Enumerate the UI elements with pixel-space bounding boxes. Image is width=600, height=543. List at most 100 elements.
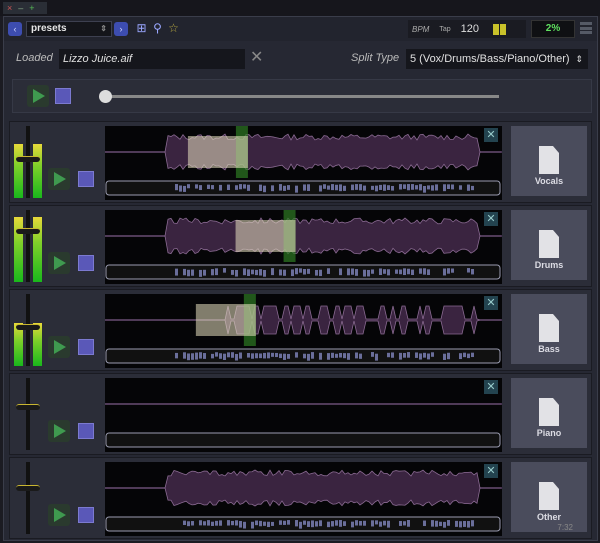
overview-strip[interactable]: [105, 432, 501, 448]
preset-select[interactable]: presets ⇕: [26, 21, 112, 37]
waveform-display[interactable]: ✕: [105, 210, 502, 284]
time-readout: 7:32: [557, 523, 573, 532]
overview-bar: [431, 185, 434, 191]
overview-bar: [295, 268, 298, 275]
overview-bar: [271, 268, 274, 276]
overview-bar: [423, 520, 426, 527]
next-preset-button[interactable]: ›: [114, 22, 128, 36]
track-stop-button[interactable]: [78, 339, 94, 355]
overview-bar: [399, 184, 402, 190]
overview-bar: [411, 184, 414, 190]
loaded-file-field[interactable]: Lizzo Juice.aif: [59, 49, 245, 69]
waveform-display[interactable]: ✕: [105, 462, 502, 536]
overview-bar: [343, 353, 346, 359]
level-meter-left: [14, 144, 23, 198]
overview-bar: [315, 521, 318, 527]
volume-fader[interactable]: [14, 462, 42, 534]
overview-bar: [187, 184, 190, 189]
remove-stem-button[interactable]: ✕: [484, 128, 498, 142]
remove-stem-button[interactable]: ✕: [484, 212, 498, 226]
overview-bar: [319, 352, 322, 360]
bpm-value[interactable]: 120: [461, 23, 479, 35]
overview-bar: [443, 521, 446, 528]
volume-fader[interactable]: [14, 294, 42, 366]
waveform-display[interactable]: ✕: [105, 126, 502, 200]
overview-bar: [435, 184, 438, 191]
waveform: [105, 305, 501, 335]
overview-bar: [375, 353, 378, 361]
menu-icon[interactable]: [580, 22, 592, 36]
add-folder-icon[interactable]: ⊞: [134, 21, 149, 36]
star-icon[interactable]: ☆: [166, 21, 181, 36]
volume-fader[interactable]: [14, 126, 42, 198]
track-stop-button[interactable]: [78, 255, 94, 271]
overview-bar: [219, 353, 222, 359]
overview-bar: [363, 185, 366, 191]
overview-bar: [243, 268, 246, 276]
overview-bar: [191, 269, 194, 276]
track-piano: ✕ Piano: [9, 373, 592, 455]
overview-bar: [371, 185, 374, 190]
overview-bar: [235, 520, 238, 526]
play-button[interactable]: [27, 85, 49, 107]
split-type-select[interactable]: 5 (Vox/Drums/Bass/Piano/Other) ⇕: [406, 49, 588, 69]
maximize-window-button[interactable]: +: [29, 2, 34, 14]
overview-bar: [263, 185, 266, 193]
stem-file-button[interactable]: Other: [511, 462, 587, 532]
position-slider[interactable]: [105, 95, 499, 98]
fader-knob[interactable]: [16, 155, 40, 162]
stem-file-button[interactable]: Bass: [511, 294, 587, 364]
clear-file-button[interactable]: ✕: [250, 47, 263, 67]
sync-icon[interactable]: [493, 23, 506, 35]
track-play-button[interactable]: [48, 168, 70, 190]
overview-bar: [195, 184, 198, 189]
fader-knob[interactable]: [16, 485, 40, 492]
overview-bar: [203, 269, 206, 276]
overview-bar: [459, 521, 462, 528]
overview-bar: [327, 521, 330, 528]
position-slider-thumb[interactable]: [99, 90, 112, 103]
overview-bar: [391, 185, 394, 191]
track-play-button[interactable]: [48, 336, 70, 358]
overview-bar: [431, 352, 434, 357]
track-stop-button[interactable]: [78, 423, 94, 439]
overview-bar: [247, 353, 250, 358]
track-play-button[interactable]: [48, 504, 70, 526]
fader-knob[interactable]: [16, 404, 40, 411]
remove-stem-button[interactable]: ✕: [484, 380, 498, 394]
overview-bar: [379, 268, 382, 275]
minimize-window-button[interactable]: –: [18, 2, 23, 14]
waveform-display[interactable]: ✕: [105, 378, 502, 452]
tap-button[interactable]: Tap: [439, 26, 450, 33]
search-icon[interactable]: ⚲: [150, 21, 165, 36]
overview-bar: [415, 352, 418, 358]
overview-bar: [175, 184, 178, 191]
stop-button[interactable]: [55, 88, 71, 104]
overview-bar: [407, 352, 410, 358]
overview-bar: [371, 520, 374, 527]
overview-bar: [311, 520, 314, 528]
overview-bar: [467, 521, 470, 528]
track-play-button[interactable]: [48, 420, 70, 442]
volume-fader[interactable]: [14, 378, 42, 450]
overview-bar: [339, 268, 342, 276]
track-stop-button[interactable]: [78, 507, 94, 523]
split-type-label: Split Type: [351, 52, 400, 64]
remove-stem-button[interactable]: ✕: [484, 296, 498, 310]
overview-bar: [383, 520, 386, 526]
track-play-button[interactable]: [48, 252, 70, 274]
waveform-display[interactable]: ✕: [105, 294, 502, 368]
fader-knob[interactable]: [16, 323, 40, 330]
close-window-button[interactable]: ×: [7, 2, 12, 14]
prev-preset-button[interactable]: ‹: [8, 22, 22, 36]
stem-file-button[interactable]: Drums: [511, 210, 587, 280]
stem-file-button[interactable]: Piano: [511, 378, 587, 448]
remove-stem-button[interactable]: ✕: [484, 464, 498, 478]
volume-fader[interactable]: [14, 210, 42, 282]
stem-file-button[interactable]: Vocals: [511, 126, 587, 196]
fader-knob[interactable]: [16, 228, 40, 235]
overview-bar: [263, 269, 266, 277]
overview-bar: [247, 184, 250, 191]
track-stop-button[interactable]: [78, 171, 94, 187]
overview-bar: [443, 184, 446, 192]
